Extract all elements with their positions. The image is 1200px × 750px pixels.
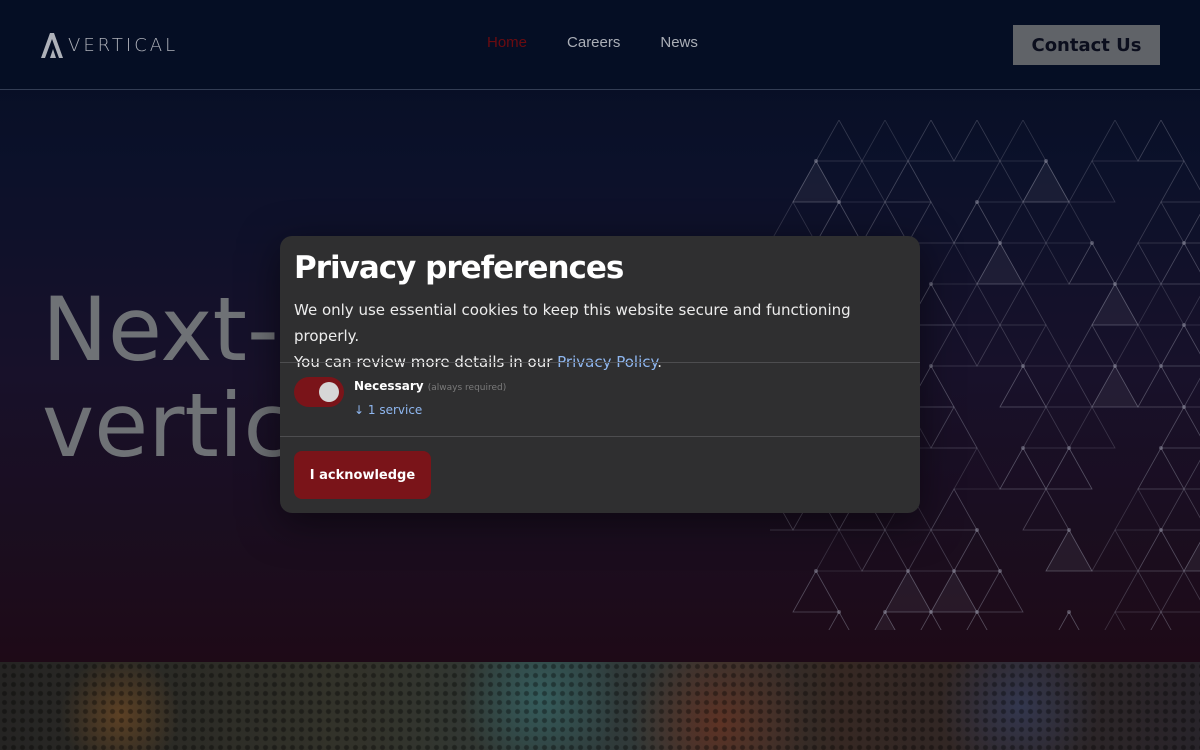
service-count-link[interactable]: ↓ 1 service [354, 403, 422, 417]
divider [280, 362, 920, 363]
service-name: Necessary (always required) [354, 379, 506, 393]
divider [280, 436, 920, 437]
dialog-title: Privacy preferences [294, 250, 624, 286]
necessary-toggle[interactable] [294, 377, 344, 407]
acknowledge-button[interactable]: I acknowledge [294, 451, 431, 499]
service-required-note: (always required) [427, 383, 507, 393]
dialog-description: We only use essential cookies to keep th… [294, 297, 914, 375]
privacy-dialog: Privacy preferences We only use essentia… [280, 236, 920, 513]
description-line-1: We only use essential cookies to keep th… [294, 301, 851, 345]
page: VERTICAL Home Careers News Contact Us Ne… [0, 0, 1200, 750]
toggle-knob [319, 382, 339, 402]
service-name-text: Necessary [354, 379, 424, 393]
